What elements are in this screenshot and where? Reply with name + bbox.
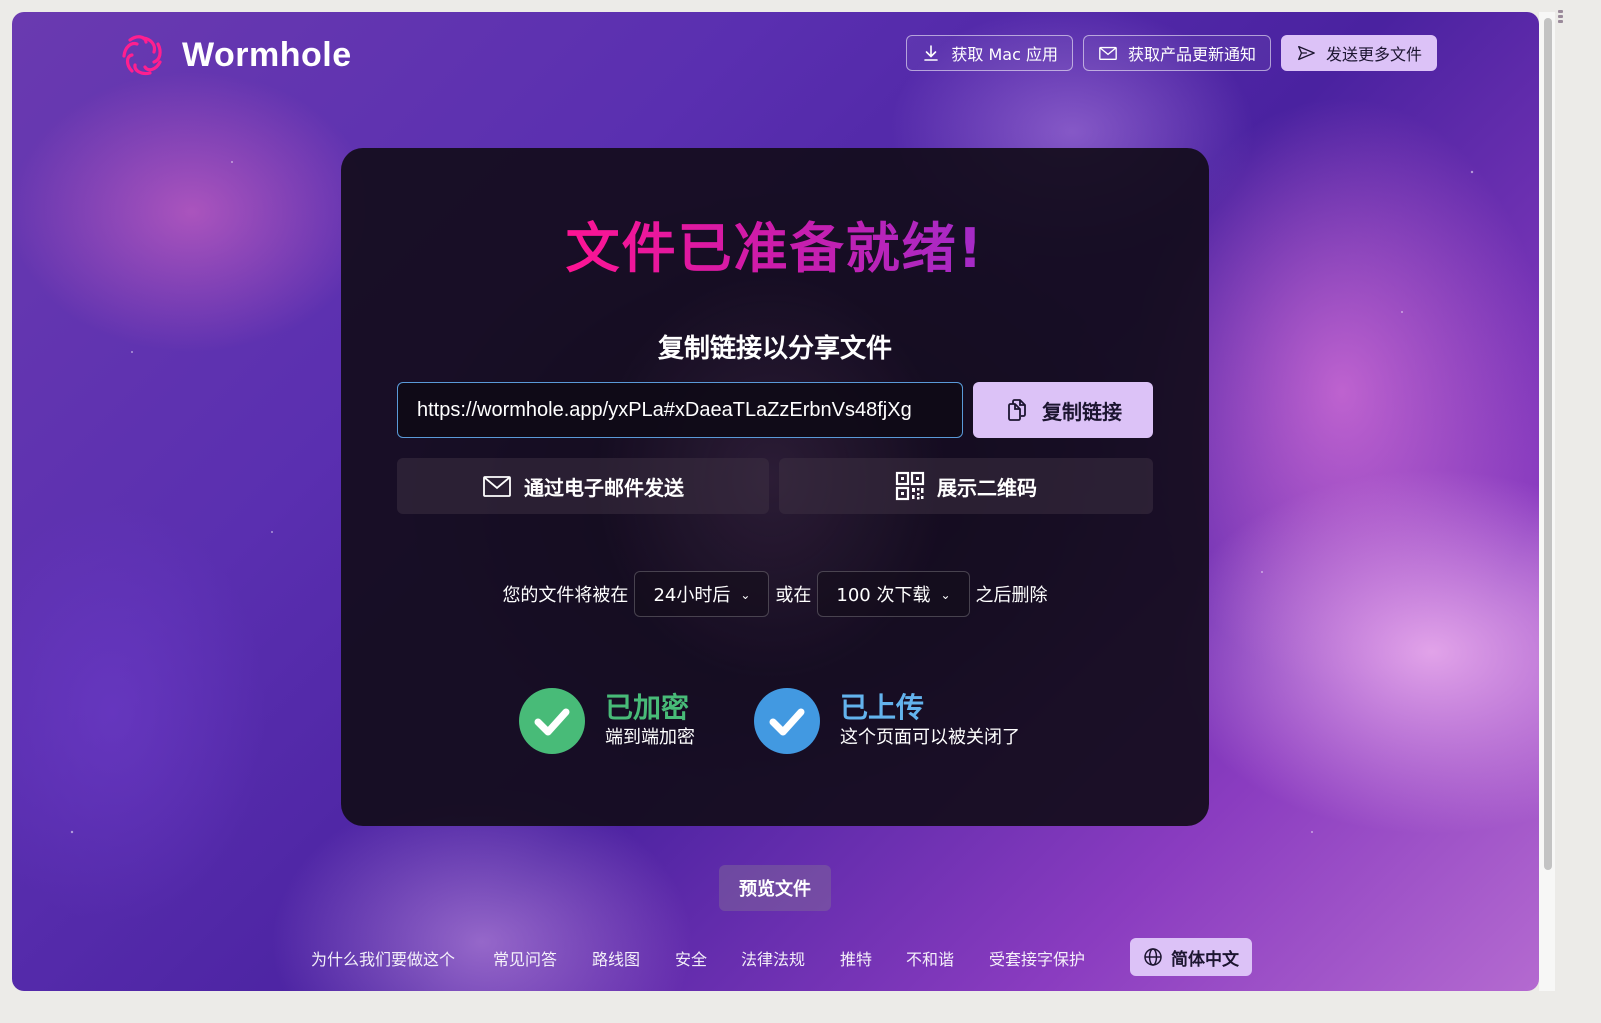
expiry-settings: 您的文件将被在 24小时后 ⌄ 或在 100 次下载 ⌄ 之后删除 [341, 571, 1209, 617]
share-card: 文件已准备就绪! 复制链接以分享文件 复制链接 通过电子邮件发送 [341, 148, 1209, 826]
expiry-time-select[interactable]: 24小时后 ⌄ [634, 571, 770, 617]
language-label: 简体中文 [1171, 949, 1239, 970]
footer-link-faq[interactable]: 常见问答 [493, 946, 557, 970]
expiry-middle: 或在 [775, 585, 812, 606]
chevron-down-icon: ⌄ [740, 588, 751, 602]
qr-code-icon [895, 471, 925, 501]
footer-link-discord[interactable]: 不和谐 [906, 946, 954, 970]
footer-link-security[interactable]: 安全 [675, 946, 707, 970]
send-icon [1298, 45, 1315, 61]
send-more-files-button[interactable]: 发送更多文件 [1280, 35, 1437, 71]
footer-link-roadmap[interactable]: 路线图 [592, 946, 640, 970]
encrypted-subtitle: 端到端加密 [605, 727, 695, 748]
expiry-prefix: 您的文件将被在 [502, 585, 629, 606]
get-mac-app-button[interactable]: 获取 Mac 应用 [906, 35, 1073, 71]
show-qr-code-label: 展示二维码 [937, 475, 1037, 500]
window-grip-icon [1558, 10, 1564, 25]
footer-link-twitter[interactable]: 推特 [840, 946, 872, 970]
uploaded-title: 已上传 [840, 691, 925, 724]
uploaded-status: 已上传 这个页面可以被关闭了 [754, 688, 1020, 754]
header-actions: 获取 Mac 应用 获取产品更新通知 发送更多文件 [906, 35, 1437, 71]
copy-link-button[interactable]: 复制链接 [973, 382, 1153, 438]
download-icon [924, 45, 939, 61]
send-via-email-label: 通过电子邮件发送 [524, 475, 684, 500]
globe-icon [1144, 948, 1162, 966]
product-updates-label: 获取产品更新通知 [1127, 45, 1256, 64]
copy-link-label: 复制链接 [1042, 399, 1122, 424]
footer-link-legal[interactable]: 法律法规 [741, 946, 805, 970]
encrypted-title: 已加密 [605, 691, 690, 724]
send-via-email-button[interactable]: 通过电子邮件发送 [397, 458, 769, 514]
mail-icon [1099, 46, 1117, 61]
share-subtitle: 复制链接以分享文件 [657, 334, 892, 364]
footer-link-why[interactable]: 为什么我们要做这个 [311, 946, 455, 970]
preview-files-button[interactable]: 预览文件 [719, 865, 831, 911]
logo[interactable]: Wormhole [118, 30, 352, 80]
browser-viewport: Wormhole 获取 Mac 应用 获取产品更新通知 发送更多文件 文件已准备… [12, 12, 1539, 991]
get-mac-app-label: 获取 Mac 应用 [951, 45, 1058, 64]
encrypted-status: 已加密 端到端加密 [519, 688, 695, 754]
product-updates-button[interactable]: 获取产品更新通知 [1082, 35, 1271, 71]
chevron-down-icon: ⌄ [940, 588, 951, 602]
scrollbar-thumb[interactable] [1544, 18, 1552, 870]
send-more-files-label: 发送更多文件 [1325, 45, 1422, 64]
language-button[interactable]: 简体中文 [1130, 938, 1252, 976]
show-qr-code-button[interactable]: 展示二维码 [779, 458, 1153, 514]
download-limit-value: 100 次下载 [836, 585, 931, 606]
share-url-input[interactable] [397, 382, 963, 438]
logo-text: Wormhole [182, 35, 352, 74]
footer-link-socket[interactable]: 受套接字保护 [989, 946, 1085, 970]
check-circle-icon [754, 688, 820, 754]
check-circle-icon [519, 688, 585, 754]
uploaded-subtitle: 这个页面可以被关闭了 [840, 727, 1020, 748]
mail-icon [483, 476, 511, 497]
copy-icon [1008, 399, 1026, 421]
expiry-suffix: 之后删除 [975, 585, 1048, 606]
wormhole-spiral-icon [122, 35, 162, 76]
expiry-time-value: 24小时后 [653, 585, 731, 606]
page-title-text: 文件已准备就绪! [565, 217, 985, 280]
download-limit-select[interactable]: 100 次下载 ⌄ [817, 571, 970, 617]
page-title: 文件已准备就绪! [341, 204, 1209, 283]
footer: 为什么我们要做这个 常见问答 路线图 安全 法律法规 推特 不和谐 受套接字保护… [12, 936, 1539, 976]
